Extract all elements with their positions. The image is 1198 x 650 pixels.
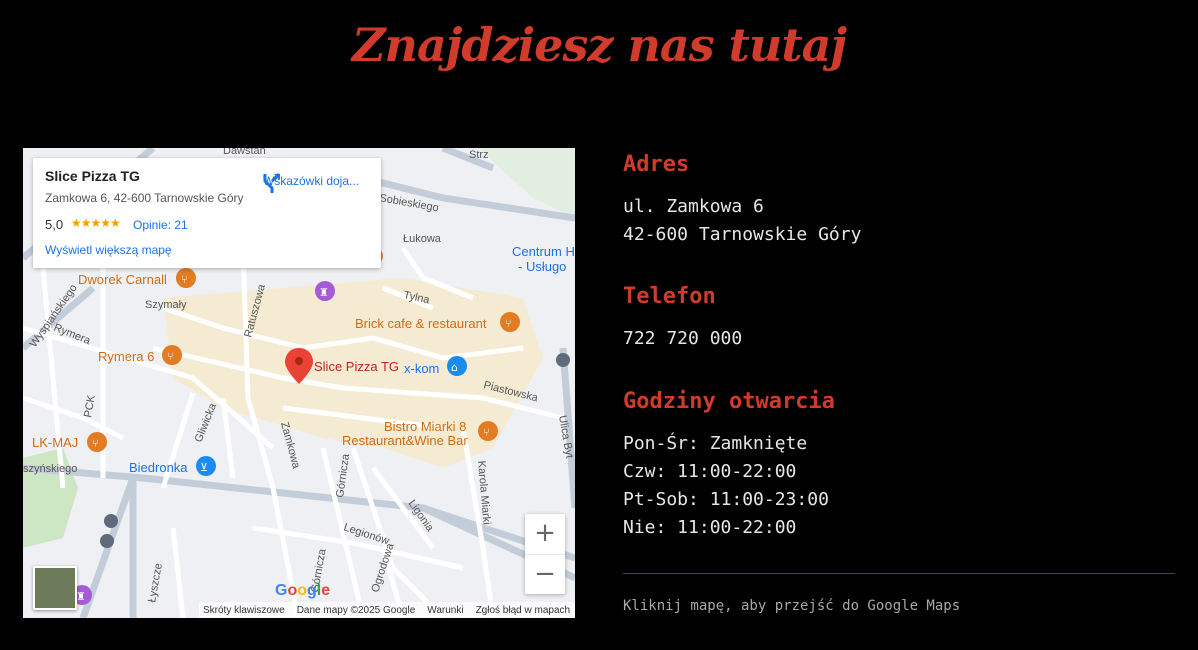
zoom-out-button[interactable]: −	[525, 554, 565, 595]
street-szynskiego: szyńskiego	[23, 463, 77, 475]
terms-link[interactable]: Warunki	[427, 605, 463, 616]
place-name: Slice Pizza TG	[45, 168, 140, 184]
fork-knife-icon: ⑂	[167, 350, 174, 363]
map-data-credit: Dane mapy ©2025 Google	[296, 604, 416, 616]
phone-heading: Telefon	[623, 284, 716, 309]
zoom-in-button[interactable]: +	[525, 514, 565, 554]
poi-label: Centrum H	[512, 244, 575, 259]
street-dawstan: Dawstan	[223, 148, 266, 157]
hours-line: Pt-Sob: 11:00-23:00	[623, 489, 829, 510]
reviews-link[interactable]: Opinie: 21	[133, 218, 188, 232]
fork-knife-icon: ⑂	[483, 426, 490, 439]
divider	[623, 573, 1175, 574]
place-address: Zamkowa 6, 42-600 Tarnowskie Góry	[45, 191, 244, 205]
poi-lk-maj[interactable]: ⑂ LK-MAJ	[32, 432, 107, 452]
google-logo: Google	[275, 582, 331, 599]
map-hint-text: Kliknij mapę, aby przejść do Google Maps	[623, 598, 961, 614]
street-lukowa: Łukowa	[403, 233, 442, 245]
poi-label: x-kom	[404, 361, 439, 376]
street-gornicza: Górnicza	[334, 452, 352, 498]
street-pck: PCK	[82, 394, 98, 419]
poi-label-2: - Usługo	[518, 259, 566, 274]
poi-label: Brick cafe & restaurant	[355, 316, 487, 331]
poi-centrum[interactable]: Centrum H - Usługo	[512, 244, 575, 274]
street-ulica-byt: Ulica Byt	[556, 414, 575, 459]
zoom-controls: + −	[525, 514, 565, 594]
poi-rymera-6[interactable]: ⑂ Rymera 6	[98, 345, 182, 365]
keyboard-shortcuts-link[interactable]: Skróty klawiszowe	[203, 605, 285, 616]
satellite-view-toggle[interactable]	[33, 566, 77, 610]
rating-stars-icon: ★★★★★	[71, 216, 121, 230]
poi-label: Dworek Carnall	[78, 272, 167, 287]
street-szymaly: Szymały	[145, 299, 187, 311]
street-strz: Strz	[469, 149, 489, 161]
phone-number[interactable]: 722 720 000	[623, 328, 742, 349]
address-line-2: 42-600 Tarnowskie Góry	[623, 224, 862, 245]
hours-line: Czw: 11:00-22:00	[623, 461, 797, 482]
hours-line: Nie: 11:00-22:00	[623, 517, 797, 538]
poi-label: Slice Pizza TG	[314, 359, 399, 374]
map-attribution-bar: Skróty klawiszowe Dane mapy ©2025 Google…	[199, 602, 575, 618]
hours-line: Pon-Śr: Zamknięte	[623, 433, 808, 454]
hours-heading: Godziny otwarcia	[623, 389, 835, 414]
poi-label: Bistro Miarki 8	[384, 419, 466, 434]
place-info-card: Slice Pizza TG Zamkowa 6, 42-600 Tarnows…	[33, 158, 381, 268]
fork-knife-icon: ⑂	[181, 273, 188, 286]
fork-knife-icon: ⑂	[92, 437, 99, 450]
fork-knife-icon: ⑂	[505, 317, 512, 330]
place-rating: 5,0	[45, 217, 64, 232]
attraction-icon: ♜	[76, 590, 86, 603]
poi-label-2: Restaurant&Wine Bar	[342, 433, 468, 448]
shopping-bag-icon: ⌂	[451, 361, 458, 374]
directions-button[interactable]: Wskazówki doja...	[261, 172, 361, 193]
street-gliwicka: Gliwicka	[193, 401, 220, 444]
page-title: Znajdziesz nas tutaj	[351, 18, 847, 72]
shopping-cart-icon: ⊻	[200, 461, 208, 474]
street-lyszcze: Łyszcze	[146, 562, 165, 603]
poi-label: Biedronka	[129, 460, 188, 475]
poi-label: Rymera 6	[98, 349, 154, 364]
directions-icon	[263, 172, 281, 193]
report-error-link[interactable]: Zgłoś błąd w mapach	[476, 605, 571, 616]
poi-museum[interactable]: ♜	[315, 281, 335, 301]
google-map[interactable]: Sobieskiego Łukowa Tylna Szymały Ratuszo…	[23, 148, 575, 618]
poi-dworek-carnall[interactable]: ⑂ Dworek Carnall	[78, 268, 196, 288]
museum-icon: ♜	[319, 286, 329, 299]
view-larger-map-link[interactable]: Wyświetl większą mapę	[45, 243, 172, 257]
address-line-1: ul. Zamkowa 6	[623, 196, 764, 217]
address-heading: Adres	[623, 152, 690, 177]
poi-label: LK-MAJ	[32, 435, 78, 450]
